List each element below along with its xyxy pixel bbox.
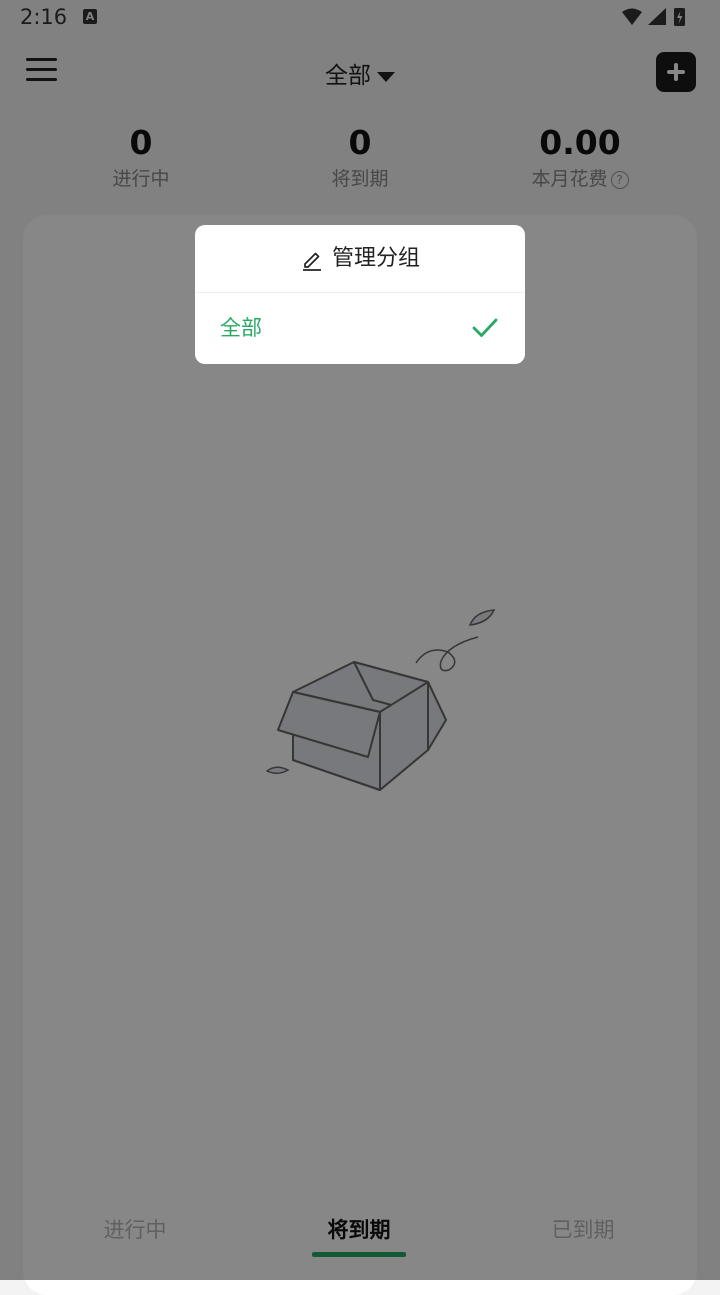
manage-groups-label: 管理分组 bbox=[331, 246, 420, 271]
check-icon bbox=[472, 318, 498, 337]
dim-overlay[interactable] bbox=[0, 0, 720, 1280]
group-popup-menu: 管理分组 全部 bbox=[195, 225, 525, 364]
group-option-all[interactable]: 全部 bbox=[195, 293, 525, 364]
manage-groups-button[interactable]: 管理分组 bbox=[195, 225, 525, 293]
group-option-label: 全部 bbox=[220, 316, 262, 340]
edit-icon bbox=[302, 252, 321, 271]
